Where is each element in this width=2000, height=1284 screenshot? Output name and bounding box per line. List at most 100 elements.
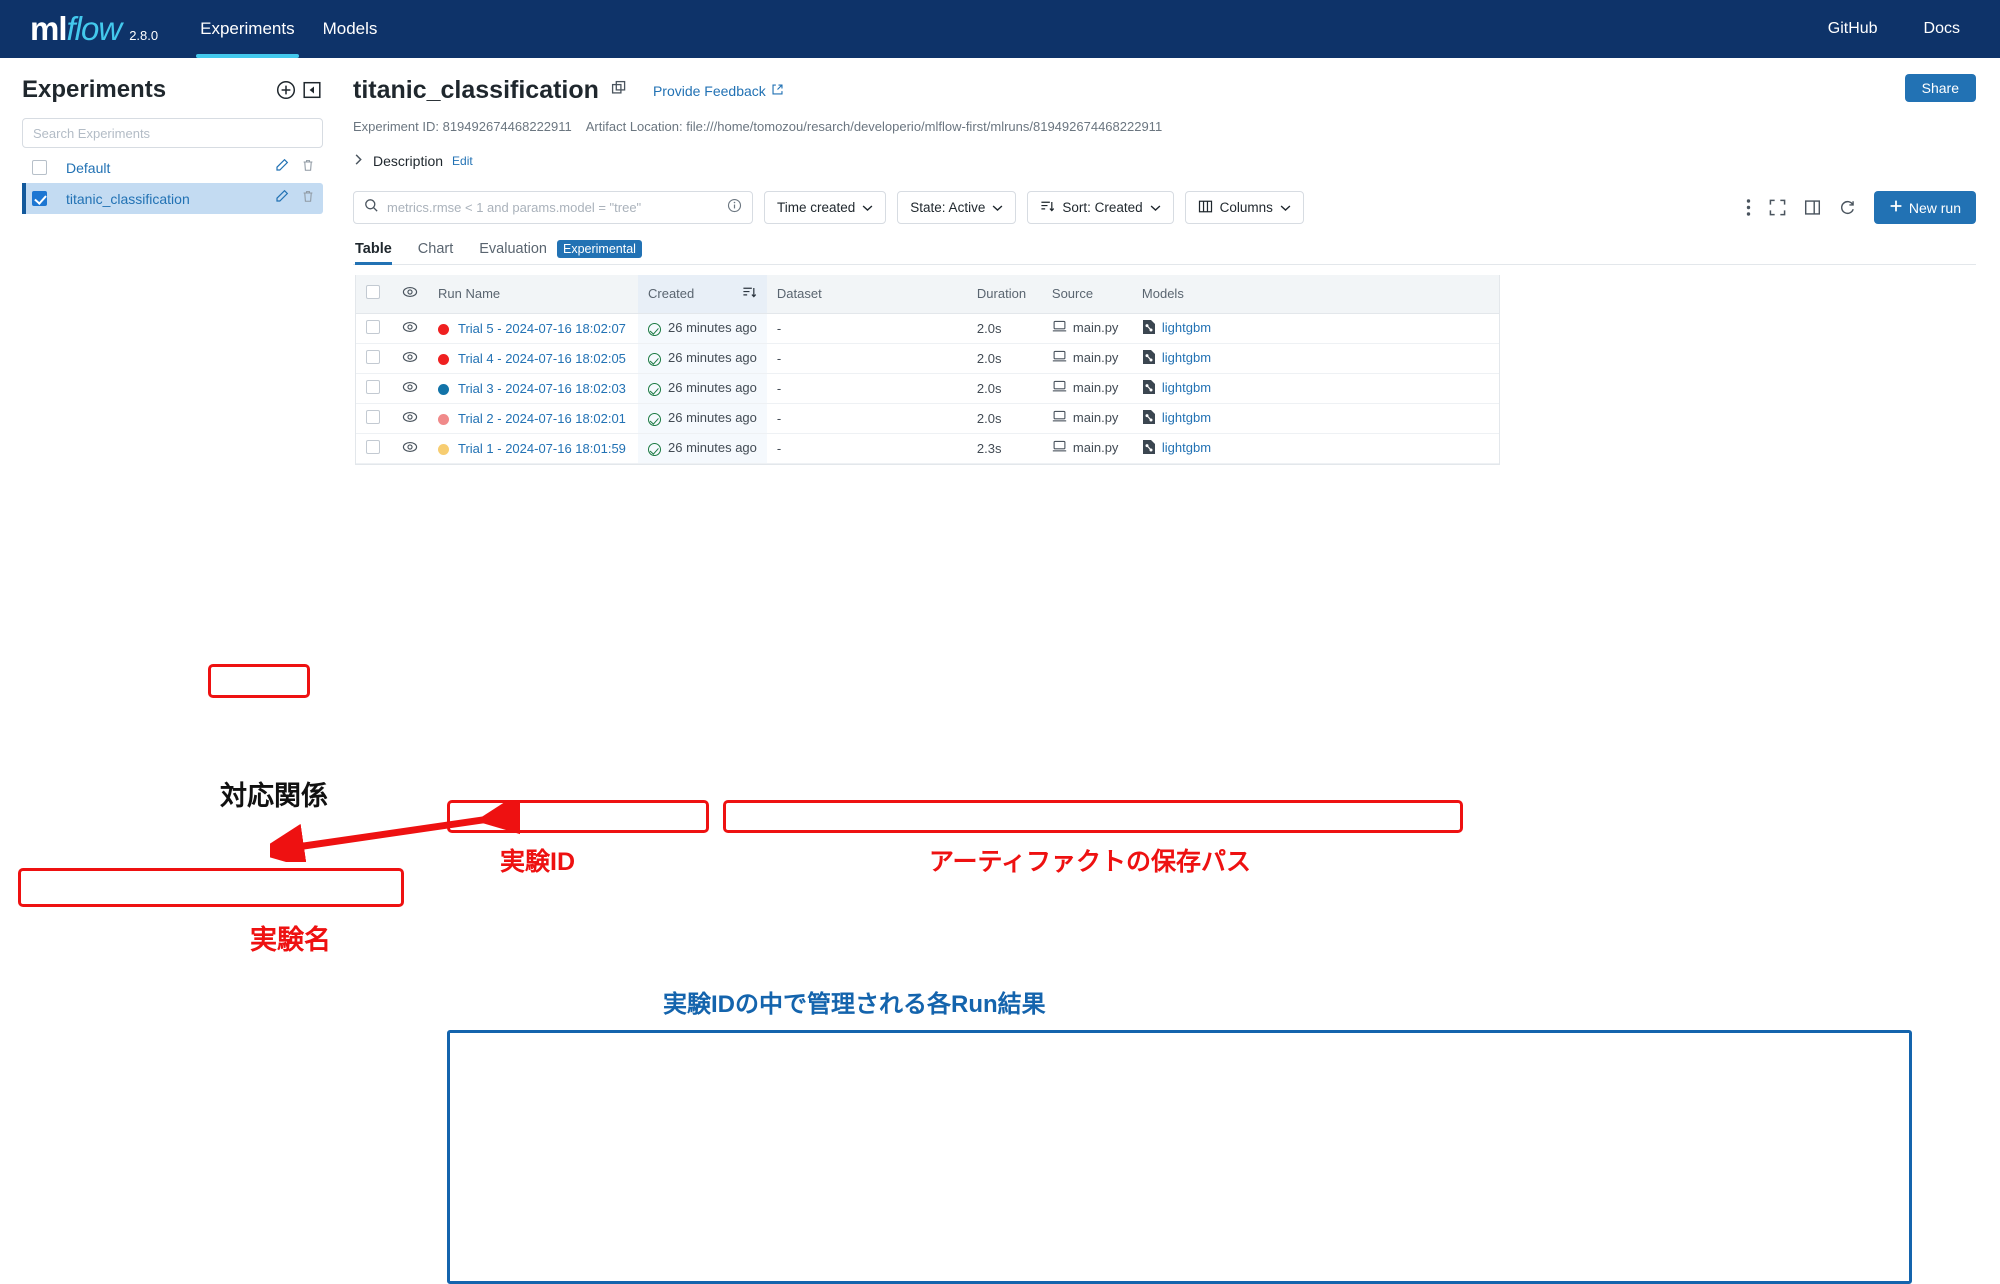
run-name-link[interactable]: Trial 3 - 2024-07-16 18:02:03 [458,381,626,396]
copy-icon[interactable] [611,80,627,101]
run-model-link[interactable]: lightgbm [1162,439,1211,454]
row-checkbox[interactable] [366,349,380,364]
run-source-text: main.py [1072,319,1119,335]
table-header-run-name[interactable]: Run Name [428,275,638,314]
tab-evaluation[interactable]: Evaluation [479,241,547,264]
sort-desc-icon[interactable] [742,285,757,303]
table-header-created[interactable]: Created [638,275,767,314]
table-header-source[interactable]: Source [1041,275,1132,314]
row-checkbox[interactable] [366,439,380,454]
run-name-link[interactable]: Trial 4 - 2024-07-16 18:02:05 [458,351,626,366]
provide-feedback-link[interactable]: Provide Feedback [653,83,784,99]
row-models-cell[interactable]: lightgbm [1131,343,1499,374]
run-model-link[interactable]: lightgbm [1162,319,1211,334]
collapse-panel-icon[interactable] [301,79,323,101]
mlflow-logo[interactable]: ml flow 2.8.0 [30,10,158,48]
columns-button[interactable]: Columns [1184,191,1304,224]
select-all-checkbox[interactable] [366,285,380,300]
tab-chart[interactable]: Chart [418,241,453,264]
run-name-link[interactable]: Trial 5 - 2024-07-16 18:02:07 [458,321,626,336]
plus-circle-icon[interactable] [275,79,297,101]
row-run-name-cell[interactable]: Trial 3 - 2024-07-16 18:02:03 [428,373,638,404]
trash-icon[interactable] [301,189,315,209]
tab-table[interactable]: Table [355,241,392,265]
expand-icon[interactable] [1769,199,1786,216]
experiment-row-default[interactable]: Default [22,152,323,183]
time-created-filter-button[interactable]: Time created [764,191,887,224]
row-models-cell[interactable]: lightgbm [1131,373,1499,404]
experiment-checkbox-default[interactable] [32,160,47,175]
kebab-menu-icon[interactable] [1746,198,1751,217]
experiment-row-titanic-classification[interactable]: titanic_classification [22,183,323,214]
eye-icon[interactable] [402,411,418,428]
table-row[interactable]: Trial 3 - 2024-07-16 18:02:03 26 minutes … [356,373,1499,404]
row-run-name-cell[interactable]: Trial 1 - 2024-07-16 18:01:59 [428,433,638,464]
table-header-duration[interactable]: Duration [966,275,1042,314]
row-run-name-cell[interactable]: Trial 5 - 2024-07-16 18:02:07 [428,313,638,344]
sort-button[interactable]: Sort: Created [1027,191,1174,224]
row-select-cell[interactable] [356,343,392,374]
table-header-dataset[interactable]: Dataset [766,275,967,314]
eye-icon[interactable] [402,351,418,368]
experiment-checkbox-titanic-classification[interactable] [32,191,47,206]
eye-icon[interactable] [402,381,418,398]
row-models-cell[interactable]: lightgbm [1131,403,1499,434]
runs-toolbar: metrics.rmse < 1 and params.model = "tre… [353,191,1976,224]
laptop-icon [1052,380,1067,396]
row-visibility-cell[interactable] [392,313,428,344]
run-model-link[interactable]: lightgbm [1162,349,1211,364]
chevron-right-icon[interactable] [353,153,364,169]
search-runs-input[interactable]: metrics.rmse < 1 and params.model = "tre… [353,191,753,224]
table-header-select-all[interactable] [356,275,392,314]
model-file-icon [1142,439,1156,458]
table-row[interactable]: Trial 4 - 2024-07-16 18:02:05 26 minutes … [356,343,1499,374]
row-checkbox[interactable] [366,379,380,394]
eye-icon[interactable] [402,287,418,303]
table-row[interactable]: Trial 2 - 2024-07-16 18:02:01 26 minutes … [356,403,1499,434]
table-header-models[interactable]: Models [1131,275,1499,314]
toggle-sidepanel-icon[interactable] [1804,199,1821,216]
experiments-sidebar: Experiments Search Experiments Default t… [0,58,345,652]
run-name-link[interactable]: Trial 2 - 2024-07-16 18:02:01 [458,411,626,426]
row-checkbox[interactable] [366,409,380,424]
row-select-cell[interactable] [356,433,392,464]
row-checkbox[interactable] [366,319,380,334]
row-visibility-cell[interactable] [392,433,428,464]
pencil-icon[interactable] [274,189,289,209]
refresh-icon[interactable] [1839,199,1856,216]
new-run-button[interactable]: New run [1873,191,1976,224]
row-run-name-cell[interactable]: Trial 2 - 2024-07-16 18:02:01 [428,403,638,434]
run-model-link[interactable]: lightgbm [1162,379,1211,394]
experiment-name-default[interactable]: Default [66,160,110,176]
row-select-cell[interactable] [356,403,392,434]
table-row[interactable]: Trial 5 - 2024-07-16 18:02:07 26 minutes … [356,313,1499,344]
run-name-link[interactable]: Trial 1 - 2024-07-16 18:01:59 [458,441,626,456]
row-select-cell[interactable] [356,373,392,404]
search-experiments-input[interactable]: Search Experiments [22,118,323,148]
description-edit-link[interactable]: Edit [452,154,473,168]
state-filter-button[interactable]: State: Active [897,191,1017,224]
run-model-link[interactable]: lightgbm [1162,409,1211,424]
row-visibility-cell[interactable] [392,373,428,404]
trash-icon[interactable] [301,158,315,178]
sidebar-header-actions [275,79,323,101]
row-visibility-cell[interactable] [392,343,428,374]
nav-link-github[interactable]: GitHub [1828,20,1878,38]
row-run-name-cell[interactable]: Trial 4 - 2024-07-16 18:02:05 [428,343,638,374]
info-circle-icon[interactable] [727,198,742,218]
pencil-icon[interactable] [274,158,289,178]
row-duration-cell: 2.0s [966,343,1042,374]
share-button[interactable]: Share [1904,74,1976,102]
row-select-cell[interactable] [356,313,392,344]
version-label: 2.8.0 [129,28,159,43]
row-models-cell[interactable]: lightgbm [1131,313,1499,344]
eye-icon[interactable] [402,441,418,458]
eye-icon[interactable] [402,321,418,338]
row-visibility-cell[interactable] [392,403,428,434]
row-models-cell[interactable]: lightgbm [1131,433,1499,464]
experiment-name-titanic-classification[interactable]: titanic_classification [66,191,190,207]
nav-link-docs[interactable]: Docs [1924,20,1960,38]
table-row[interactable]: Trial 1 - 2024-07-16 18:01:59 26 minutes … [356,433,1499,464]
nav-item-experiments[interactable]: Experiments [186,0,308,58]
nav-item-models[interactable]: Models [309,0,392,58]
